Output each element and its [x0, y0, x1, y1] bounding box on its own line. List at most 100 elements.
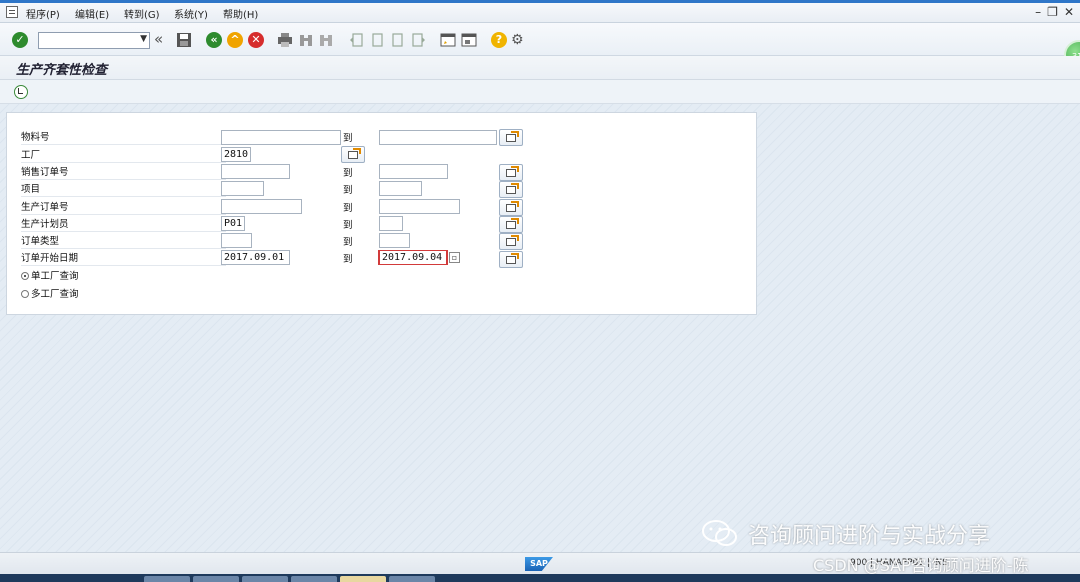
- watermark-csdn: CSDN @SAP咨询顾问进阶-陈: [813, 556, 1029, 575]
- to-label: 到: [343, 185, 353, 196]
- sap-logo: SAP: [525, 557, 553, 571]
- multiple-selection-icon: [506, 218, 519, 229]
- order-type-multiple-selection-button[interactable]: [499, 233, 523, 250]
- first-page-icon[interactable]: [348, 32, 364, 48]
- to-label: 到: [343, 220, 353, 231]
- plant-from-input[interactable]: 2810: [221, 147, 251, 162]
- print-icon[interactable]: [277, 32, 293, 48]
- menu-system[interactable]: 系统(Y): [174, 6, 208, 21]
- multiple-selection-icon: [506, 201, 519, 212]
- material-to-input[interactable]: [379, 130, 497, 145]
- to-label: 到: [343, 168, 353, 179]
- radio-multi-plant-label: 多工厂查询: [31, 289, 79, 300]
- plant-multiple-selection-button[interactable]: [341, 146, 365, 163]
- menu-bar: 程序(P) 编辑(E) 转到(G) 系统(Y) 帮助(H) – ❐ ✕: [0, 3, 1080, 23]
- os-taskbar: [0, 574, 1080, 582]
- execute-icon[interactable]: [14, 85, 28, 99]
- taskbar-item[interactable]: [340, 576, 386, 582]
- cancel-icon[interactable]: ✕: [248, 32, 264, 48]
- taskbar-item[interactable]: [389, 576, 435, 582]
- order-type-from-input[interactable]: [221, 233, 252, 248]
- menu-program[interactable]: 程序(P): [26, 6, 60, 21]
- page-title: 生产齐套性检查: [16, 63, 108, 78]
- multiple-selection-icon: [506, 253, 519, 264]
- material-from-input[interactable]: [221, 130, 341, 145]
- help-icon[interactable]: ?: [491, 32, 507, 48]
- to-label: 到: [343, 203, 353, 214]
- label-item: 项目: [21, 182, 226, 197]
- order-type-to-input[interactable]: [379, 233, 410, 248]
- sales-order-multiple-selection-button[interactable]: [499, 164, 523, 181]
- taskbar-item[interactable]: [193, 576, 239, 582]
- calendar-icon[interactable]: ▫: [449, 252, 460, 263]
- menu-edit[interactable]: 编辑(E): [75, 6, 109, 21]
- label-material: 物料号: [21, 130, 226, 145]
- mrp-controller-from-input[interactable]: P01: [221, 216, 245, 231]
- command-field[interactable]: ▼: [38, 32, 150, 49]
- shortcut-icon[interactable]: [461, 32, 477, 48]
- last-page-icon[interactable]: [411, 32, 427, 48]
- radio-single-plant-label: 单工厂查询: [31, 271, 79, 282]
- next-page-icon[interactable]: [390, 32, 406, 48]
- mrp-controller-to-input[interactable]: [379, 216, 403, 231]
- selection-screen: 物料号 到 工厂 2810 销售订单号 到 项目 到 生产订单号 到 生产计划员…: [6, 112, 757, 315]
- start-date-multiple-selection-button[interactable]: [499, 251, 523, 268]
- sales-order-from-input[interactable]: [221, 164, 290, 179]
- prev-page-icon[interactable]: [369, 32, 385, 48]
- sales-order-to-input[interactable]: [379, 164, 448, 179]
- close-icon[interactable]: ✕: [1064, 5, 1074, 19]
- label-sales-order: 销售订单号: [21, 165, 226, 180]
- enter-icon[interactable]: ✓: [12, 32, 28, 48]
- radio-selected-icon: [21, 272, 29, 280]
- multiple-selection-icon: [506, 166, 519, 177]
- start-date-from-input[interactable]: 2017.09.01: [221, 250, 290, 265]
- taskbar-item[interactable]: [291, 576, 337, 582]
- to-label: 到: [343, 237, 353, 248]
- window-controls: – ❐ ✕: [1035, 5, 1074, 19]
- application-toolbar: [0, 80, 1080, 104]
- production-order-from-input[interactable]: [221, 199, 302, 214]
- save-icon[interactable]: [176, 32, 192, 48]
- find-next-icon[interactable]: [318, 32, 334, 48]
- production-order-to-input[interactable]: [379, 199, 460, 214]
- label-plant: 工厂: [21, 148, 226, 163]
- menu-goto[interactable]: 转到(G): [124, 6, 160, 21]
- item-to-input[interactable]: [379, 181, 422, 196]
- customize-layout-icon[interactable]: ⚙: [511, 32, 527, 48]
- item-multiple-selection-button[interactable]: [499, 181, 523, 198]
- to-label: 到: [343, 133, 353, 144]
- label-mrp-controller: 生产计划员: [21, 217, 226, 232]
- production-order-multiple-selection-button[interactable]: [499, 199, 523, 216]
- new-session-icon[interactable]: [440, 32, 456, 48]
- multiple-selection-icon: [506, 235, 519, 246]
- menu-help[interactable]: 帮助(H): [223, 6, 258, 21]
- radio-multi-plant[interactable]: 多工厂查询: [21, 288, 79, 302]
- label-order-start-date: 订单开始日期: [21, 251, 226, 266]
- double-left-icon[interactable]: «: [154, 32, 170, 48]
- item-from-input[interactable]: [221, 181, 264, 196]
- label-order-type: 订单类型: [21, 234, 226, 249]
- minimize-icon[interactable]: –: [1035, 5, 1041, 19]
- standard-toolbar: ✓ ▼ « « ^ ✕ ? ⚙: [0, 23, 1080, 56]
- find-icon[interactable]: [298, 32, 314, 48]
- wechat-logo-icon: [700, 518, 740, 548]
- start-date-to-input[interactable]: 2017.09.04: [378, 250, 448, 265]
- exit-icon[interactable]: ^: [227, 32, 243, 48]
- radio-single-plant[interactable]: 单工厂查询: [21, 270, 79, 284]
- watermark-main: 咨询顾问进阶与实战分享: [748, 524, 991, 549]
- taskbar-item[interactable]: [242, 576, 288, 582]
- label-production-order: 生产订单号: [21, 200, 226, 215]
- to-label: 到: [343, 254, 353, 265]
- taskbar-item[interactable]: [144, 576, 190, 582]
- mrp-controller-multiple-selection-button[interactable]: [499, 216, 523, 233]
- restore-icon[interactable]: ❐: [1047, 5, 1058, 19]
- radio-unselected-icon: [21, 290, 29, 298]
- multiple-selection-icon: [506, 131, 519, 142]
- screen-title-bar: 生产齐套性检查: [0, 56, 1080, 80]
- multiple-selection-icon: [506, 183, 519, 194]
- back-icon[interactable]: «: [206, 32, 222, 48]
- material-multiple-selection-button[interactable]: [499, 129, 523, 146]
- system-menu-icon[interactable]: [6, 6, 18, 18]
- chevron-down-icon[interactable]: ▼: [140, 34, 147, 44]
- multiple-selection-icon: [348, 148, 361, 159]
